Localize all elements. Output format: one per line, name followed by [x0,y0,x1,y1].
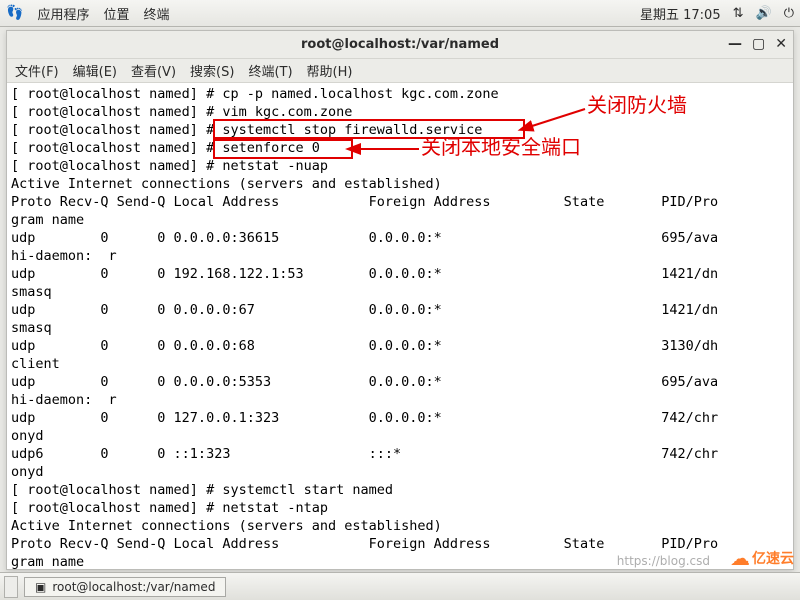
watermark-yisuyun: ☁ 亿速云 [730,546,794,570]
gnome-foot-icon: 👣 [6,5,23,21]
gnome-top-panel: 👣 应用程序 位置 终端 星期五 17:05 ⇅ 🔊 ⏻ [0,0,800,27]
maximize-button[interactable]: ▢ [752,36,765,52]
menu-view[interactable]: 查看(V) [131,61,176,80]
menu-edit[interactable]: 编辑(E) [73,61,117,80]
titlebar[interactable]: root@localhost:/var/named — ▢ ✕ [7,31,793,59]
menu-terminal[interactable]: 终端 [143,4,169,23]
terminal-icon: ▣ [35,580,46,594]
volume-icon[interactable]: 🔊 [756,6,772,21]
network-icon[interactable]: ⇅ [733,6,744,21]
menu-applications[interactable]: 应用程序 [37,4,89,23]
panel-hide-button[interactable] [4,576,18,598]
watermark-csdn: https://blog.csd [617,554,710,568]
menu-file[interactable]: 文件(F) [15,61,59,80]
menu-terminal-m[interactable]: 终端(T) [248,61,292,80]
menu-search[interactable]: 搜索(S) [190,61,234,80]
menubar: 文件(F) 编辑(E) 查看(V) 搜索(S) 终端(T) 帮助(H) [7,59,793,83]
menu-help[interactable]: 帮助(H) [307,61,353,80]
window-title: root@localhost:/var/named [301,37,499,52]
terminal-window: root@localhost:/var/named — ▢ ✕ 文件(F) 编辑… [6,30,794,570]
bottom-taskbar: ▣ root@localhost:/var/named [0,572,800,600]
terminal-content[interactable]: [ root@localhost named] # cp -p named.lo… [7,83,793,569]
power-icon[interactable]: ⏻ [784,6,794,21]
terminal-text: [ root@localhost named] # cp -p named.lo… [11,85,789,569]
menu-places[interactable]: 位置 [103,4,129,23]
cloud-icon: ☁ [730,546,750,570]
taskbar-item-label: root@localhost:/var/named [52,580,215,594]
clock[interactable]: 星期五 17:05 [640,4,721,23]
close-button[interactable]: ✕ [775,36,787,52]
yisuyun-text: 亿速云 [752,548,794,568]
taskbar-item-terminal[interactable]: ▣ root@localhost:/var/named [24,577,226,597]
minimize-button[interactable]: — [728,36,742,52]
